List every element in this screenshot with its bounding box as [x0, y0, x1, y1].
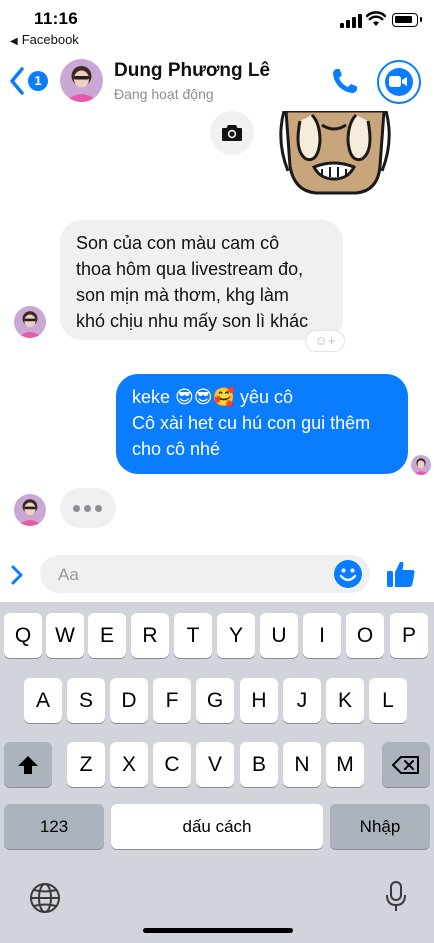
key-n[interactable]: N [283, 742, 321, 787]
message-text-line: Son của con màu cam cô [76, 233, 280, 253]
chevron-right-icon[interactable] [10, 564, 24, 586]
contact-name: Dung Phương Lê [114, 60, 271, 81]
back-button[interactable]: 1 [8, 64, 54, 98]
key-p[interactable]: P [390, 613, 428, 658]
globe-icon[interactable] [28, 881, 62, 915]
key-j[interactable]: J [283, 678, 321, 723]
key-i[interactable]: I [303, 613, 341, 658]
back-to-app-link[interactable]: ◀ Facebook [10, 32, 79, 47]
camera-icon [222, 125, 242, 141]
read-receipt-avatar [411, 455, 431, 475]
key-v[interactable]: V [196, 742, 234, 787]
status-time: 11:16 [34, 9, 79, 28]
message-outgoing[interactable]: keke 😎😎🥰 yêu cô Cô xài het cu hú con gui… [116, 374, 408, 474]
chat-header: 1 Dung Phương Lê Đang hoạt động [0, 52, 434, 110]
call-button[interactable] [328, 64, 362, 98]
video-camera-icon [389, 76, 407, 87]
typing-indicator [60, 488, 116, 528]
key-x[interactable]: X [110, 742, 148, 787]
back-triangle-icon: ◀ [10, 36, 18, 47]
key-l[interactable]: L [369, 678, 407, 723]
chevron-left-icon [10, 67, 24, 95]
key-k[interactable]: K [326, 678, 364, 723]
key-u[interactable]: U [260, 613, 298, 658]
key-h[interactable]: H [240, 678, 278, 723]
camera-button[interactable] [210, 111, 254, 155]
shift-arrow-icon [18, 756, 38, 774]
contact-active-status: Đang hoạt động [114, 86, 214, 102]
sender-avatar[interactable] [14, 306, 46, 338]
key-b[interactable]: B [240, 742, 278, 787]
home-indicator[interactable] [143, 928, 293, 933]
key-f[interactable]: F [153, 678, 191, 723]
cellular-signal-icon [340, 14, 362, 28]
message-input-placeholder: Aa [58, 565, 79, 584]
key-c[interactable]: C [153, 742, 191, 787]
key-d[interactable]: D [110, 678, 148, 723]
typing-avatar [14, 494, 46, 526]
phone-icon [333, 69, 357, 93]
smiley-icon[interactable] [333, 559, 363, 589]
sticker-crying-dog[interactable] [276, 109, 392, 199]
message-incoming[interactable]: Son của con màu cam cô thoa hôm qua live… [60, 220, 343, 340]
shift-key[interactable] [4, 742, 52, 787]
delete-key[interactable] [382, 742, 430, 787]
key-g[interactable]: G [196, 678, 234, 723]
numbers-key[interactable]: 123 [4, 804, 104, 849]
key-a[interactable]: A [24, 678, 62, 723]
status-bar: 11:16 ◀ Facebook [0, 0, 434, 52]
message-text-line: Cô xài het cu hú con gui thêm [132, 413, 371, 433]
message-text-line: keke 😎😎🥰 yêu cô [132, 387, 293, 407]
key-y[interactable]: Y [217, 613, 255, 658]
key-q[interactable]: Q [4, 613, 42, 658]
key-r[interactable]: R [131, 613, 169, 658]
back-app-label: Facebook [21, 32, 79, 47]
battery-icon [392, 13, 422, 27]
message-input[interactable]: Aa [40, 555, 370, 593]
microphone-icon[interactable] [385, 880, 407, 914]
add-reaction-button[interactable]: ☺+ [305, 330, 345, 352]
message-text-line: son mịn mà thơm, khg làm [76, 285, 289, 305]
key-m[interactable]: M [326, 742, 364, 787]
wifi-icon [366, 11, 386, 26]
space-key[interactable]: dấu cách [111, 804, 323, 849]
video-call-button[interactable] [377, 60, 421, 104]
key-o[interactable]: O [346, 613, 384, 658]
thumbs-up-icon[interactable] [385, 558, 417, 590]
key-z[interactable]: Z [67, 742, 105, 787]
message-composer: Aa [0, 550, 434, 600]
backspace-icon [392, 756, 419, 774]
message-text-line: khó chịu nhu mấy son lì khác [76, 311, 309, 331]
reaction-smiley-plus-icon: ☺+ [314, 333, 336, 348]
message-text-line: cho cô nhé [132, 439, 221, 459]
key-w[interactable]: W [46, 613, 84, 658]
message-text-line: thoa hôm qua livestream đo, [76, 259, 304, 279]
key-s[interactable]: S [67, 678, 105, 723]
key-e[interactable]: E [88, 613, 126, 658]
key-t[interactable]: T [174, 613, 212, 658]
return-key[interactable]: Nhập [330, 804, 430, 849]
contact-avatar[interactable] [60, 59, 103, 102]
unread-count-badge: 1 [28, 71, 48, 91]
